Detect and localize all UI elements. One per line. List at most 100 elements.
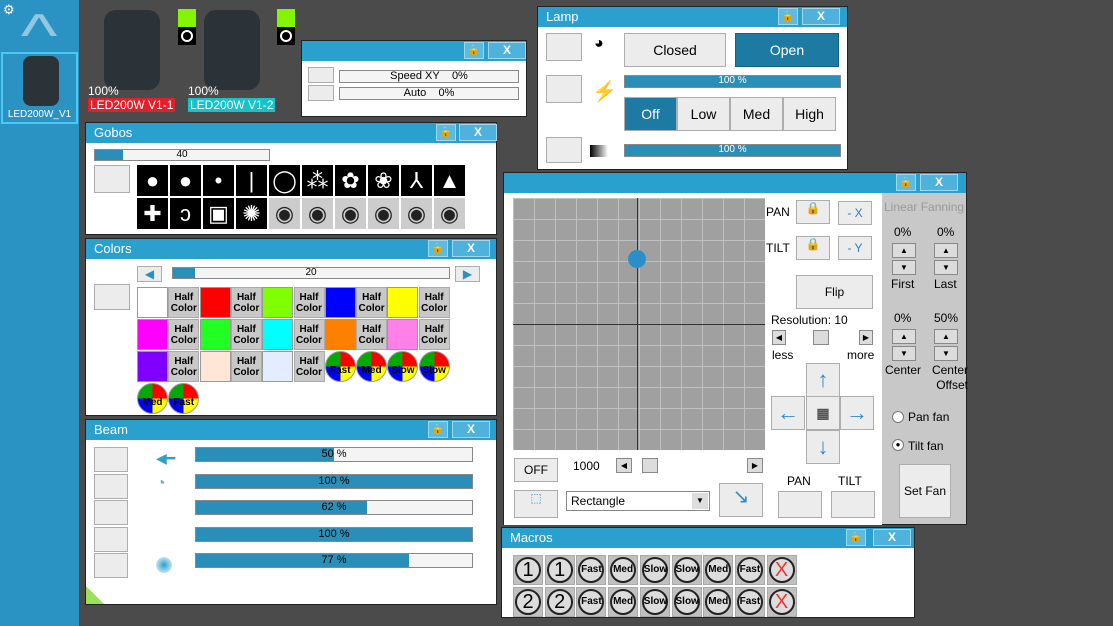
beam-button[interactable]: [94, 447, 128, 472]
auto-bar[interactable]: Auto 0%: [339, 87, 519, 100]
low-button[interactable]: Low: [677, 97, 730, 131]
fixture-1[interactable]: 100% LED200W V1-1: [88, 8, 180, 114]
macro-button[interactable]: Med: [703, 587, 734, 617]
macro-button[interactable]: 1: [544, 555, 575, 585]
next-arrow[interactable]: ▶: [455, 266, 480, 282]
power-button[interactable]: [546, 75, 582, 103]
macro-button[interactable]: Fast: [576, 587, 607, 617]
off-button[interactable]: OFF: [514, 458, 558, 482]
pan-lock-button[interactable]: 🔒: [796, 200, 830, 224]
res-thumb[interactable]: [813, 330, 829, 345]
lock-icon[interactable]: 🔒: [464, 42, 484, 59]
gobo-button[interactable]: [94, 165, 130, 193]
gobo-18[interactable]: ◉: [368, 198, 399, 229]
half-color-button[interactable]: Half Color: [230, 287, 262, 318]
half-color-button[interactable]: Half Color: [293, 287, 325, 318]
macro-button[interactable]: Slow: [639, 555, 670, 585]
res-less-arrow[interactable]: ◀: [772, 330, 786, 345]
lamp-button[interactable]: [546, 33, 582, 61]
color-wheel-fast[interactable]: Fast: [168, 383, 200, 414]
gobo-12[interactable]: ↄ: [170, 198, 201, 229]
res-more-arrow[interactable]: ▶: [859, 330, 873, 345]
speed-xy-bar[interactable]: Speed XY 0%: [339, 70, 519, 83]
gobo-9[interactable]: ⅄: [401, 165, 432, 196]
close-button[interactable]: X: [920, 174, 958, 191]
last-up[interactable]: ▲: [934, 243, 958, 258]
gobo-20[interactable]: ◉: [434, 198, 465, 229]
beam-button[interactable]: [94, 553, 128, 578]
lock-icon[interactable]: 🔒: [428, 240, 448, 257]
offset-down[interactable]: ▼: [934, 346, 958, 361]
macro-button[interactable]: 2: [544, 587, 575, 617]
center-down[interactable]: ▼: [892, 346, 916, 361]
color-swatch[interactable]: [137, 287, 168, 318]
half-color-button[interactable]: Half Color: [230, 351, 262, 382]
macro-button[interactable]: Slow: [671, 587, 702, 617]
close-button[interactable]: X: [459, 124, 497, 141]
lock-icon[interactable]: 🔒: [846, 529, 866, 546]
gobo-19[interactable]: ◉: [401, 198, 432, 229]
speed-thumb[interactable]: [642, 458, 658, 473]
color-swatch[interactable]: [324, 287, 356, 318]
beam-bar[interactable]: 62 %: [195, 500, 473, 515]
half-color-button[interactable]: Half Color: [356, 287, 388, 318]
pan-button[interactable]: [778, 491, 822, 518]
macro-button[interactable]: Med: [608, 555, 639, 585]
beam-bar[interactable]: 77 %: [195, 553, 473, 568]
color-swatch[interactable]: [387, 287, 419, 318]
close-button[interactable]: X: [488, 42, 526, 59]
shape-select[interactable]: Rectangle ▼: [566, 491, 710, 511]
color-wheel-fast[interactable]: Fast: [324, 351, 356, 382]
gobo-5[interactable]: ◯: [269, 165, 300, 196]
dimmer-button[interactable]: [546, 137, 582, 163]
beam-button[interactable]: [94, 500, 128, 525]
macro-button[interactable]: Med: [703, 555, 734, 585]
tilt-lock-button[interactable]: 🔒: [796, 236, 830, 260]
macro-button[interactable]: Fast: [734, 587, 765, 617]
color-swatch[interactable]: [199, 319, 231, 350]
gobo-slider[interactable]: 40: [94, 149, 270, 161]
gobo-1[interactable]: ●: [137, 165, 168, 196]
half-color-button[interactable]: Half Color: [293, 351, 325, 382]
fixture-2[interactable]: 100% LED200W V1-2: [188, 8, 280, 114]
shape-button[interactable]: ⬚: [514, 490, 558, 518]
med-button[interactable]: Med: [730, 97, 783, 131]
auto-button[interactable]: [308, 85, 334, 101]
pan-fan-radio[interactable]: [892, 411, 904, 423]
close-button[interactable]: X: [873, 529, 911, 546]
resize-grip-icon[interactable]: [86, 586, 104, 604]
beam-bar[interactable]: 100 %: [195, 526, 473, 542]
first-up[interactable]: ▲: [892, 243, 916, 258]
gobo-3[interactable]: •: [203, 165, 234, 196]
gobo-15[interactable]: ◉: [269, 198, 300, 229]
tilt-button[interactable]: [831, 491, 875, 518]
color-swatch[interactable]: [262, 319, 294, 350]
macro-button[interactable]: Slow: [639, 587, 670, 617]
macro-button[interactable]: Fast: [734, 555, 765, 585]
right-arrow-button[interactable]: →: [840, 396, 874, 430]
flip-button[interactable]: Flip: [796, 275, 873, 309]
tilt-fan-radio[interactable]: ●: [892, 439, 904, 451]
speed-right-arrow[interactable]: ▶: [747, 458, 763, 473]
color-swatch[interactable]: [199, 351, 231, 382]
lock-icon[interactable]: 🔒: [778, 8, 798, 25]
closed-button[interactable]: Closed: [624, 33, 726, 67]
gobo-13[interactable]: ▣: [203, 198, 234, 229]
macro-stop-button[interactable]: X: [766, 555, 797, 585]
color-swatch[interactable]: [137, 319, 168, 350]
macro-stop-button[interactable]: X: [766, 587, 797, 617]
gobo-6[interactable]: ⁂: [302, 165, 333, 196]
xy-pad[interactable]: [513, 198, 765, 450]
color-swatch[interactable]: [262, 351, 294, 382]
color-button[interactable]: [94, 284, 130, 310]
chevron-up-icon[interactable]: ^: [9, 6, 69, 66]
half-color-button[interactable]: Half Color: [168, 351, 200, 382]
color-wheel-med[interactable]: Med: [137, 383, 168, 414]
speed-xy-button[interactable]: [308, 67, 334, 83]
lock-icon[interactable]: 🔒: [428, 421, 448, 438]
beam-bar[interactable]: 50 %: [195, 447, 473, 462]
half-color-button[interactable]: Half Color: [168, 287, 200, 318]
center-button[interactable]: ▦: [806, 396, 840, 430]
gobo-10[interactable]: ▲: [434, 165, 465, 196]
off-button[interactable]: Off: [624, 97, 677, 131]
